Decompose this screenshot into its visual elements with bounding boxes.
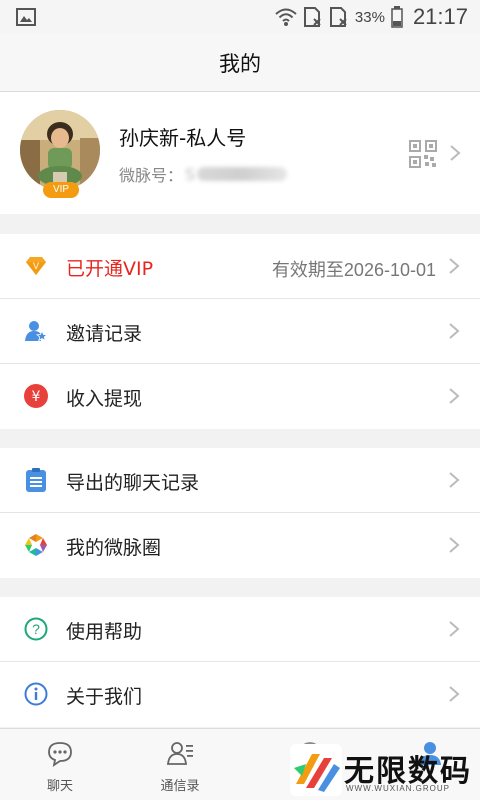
- status-bar: 33% 21:17: [0, 0, 480, 34]
- profile-id: 微脉号： S: [119, 162, 288, 186]
- profile-card[interactable]: VIP 孙庆新-私人号 微脉号： S: [0, 92, 480, 214]
- vip-badge: VIP: [43, 182, 79, 198]
- aperture-icon: [25, 534, 47, 556]
- title-bar: 我的: [0, 34, 480, 92]
- watermark-url: WWW.WUXIAN.GROUP: [346, 784, 450, 793]
- page-title: 我的: [219, 51, 261, 76]
- qr-code-icon[interactable]: [409, 140, 437, 168]
- tab-contacts[interactable]: 通信录: [130, 729, 230, 800]
- menu-item-about[interactable]: 关于我们: [0, 662, 480, 727]
- menu-item-help[interactable]: ? 使用帮助: [0, 597, 480, 662]
- image-notification-icon: [16, 8, 36, 26]
- wifi-icon: [275, 8, 297, 26]
- watermark: 无限数码 WWW.WUXIAN.GROUP: [288, 740, 480, 800]
- menu-item-exported-chats[interactable]: 导出的聊天记录: [0, 448, 480, 513]
- menu-item-label: 我的微脉圈: [66, 537, 162, 559]
- battery-percent: 33%: [354, 8, 385, 26]
- sim-no-signal-icon: [303, 7, 321, 27]
- svg-text:¥: ¥: [32, 389, 41, 405]
- menu-item-label: 收入提现: [66, 388, 143, 410]
- chevron-right-icon: [449, 472, 460, 488]
- chevron-right-icon: [449, 686, 460, 702]
- chat-bubble-icon: [48, 742, 72, 767]
- info-circle-icon: [24, 682, 48, 706]
- sim-no-signal-icon: [329, 7, 347, 27]
- profile-id-label: 微脉号：: [119, 166, 184, 185]
- profile-name: 孙庆新-私人号: [119, 126, 247, 150]
- redacted-blur: [197, 167, 288, 181]
- contacts-icon: [167, 742, 193, 765]
- yuan-coin-icon: ¥: [24, 384, 48, 408]
- document-list-icon: [26, 468, 46, 492]
- menu-item-label: 关于我们: [66, 686, 143, 708]
- tab-chat[interactable]: 聊天: [10, 729, 110, 800]
- help-circle-icon: ?: [24, 617, 48, 641]
- avatar-image: [20, 110, 100, 190]
- menu-item-label: 导出的聊天记录: [66, 472, 200, 494]
- chevron-right-icon: [449, 323, 460, 339]
- menu-item-vip[interactable]: V 已开通VIP 有效期至2026-10-01: [0, 234, 480, 299]
- menu-item-moments[interactable]: 我的微脉圈: [0, 513, 480, 578]
- chevron-right-icon: [449, 258, 460, 274]
- menu-item-label: 已开通VIP: [66, 258, 154, 280]
- chevron-right-icon: [449, 621, 460, 637]
- menu-item-invite-records[interactable]: 邀请记录: [0, 299, 480, 364]
- vip-expiry: 有效期至2026-10-01: [271, 260, 436, 280]
- tab-label: 通信录: [160, 779, 200, 794]
- svg-text:V: V: [33, 261, 39, 271]
- menu-group-content: 导出的聊天记录 我的微脉圈: [0, 448, 480, 578]
- clock: 21:17: [412, 4, 468, 29]
- tab-label: 聊天: [46, 779, 73, 794]
- vip-diamond-icon: V: [26, 257, 46, 275]
- invite-person-icon: [25, 321, 48, 342]
- profile-id-value: S: [185, 164, 196, 184]
- menu-item-income-withdraw[interactable]: ¥ 收入提现: [0, 364, 480, 429]
- battery-icon: [391, 6, 403, 28]
- chevron-right-icon: [449, 388, 460, 404]
- menu-item-label: 使用帮助: [66, 621, 143, 643]
- chevron-right-icon: [449, 537, 460, 553]
- avatar[interactable]: [20, 110, 100, 190]
- menu-group-help: ? 使用帮助 关于我们: [0, 597, 480, 727]
- svg-text:?: ?: [32, 621, 40, 637]
- menu-item-label: 邀请记录: [66, 323, 143, 345]
- watermark-logo: [290, 744, 342, 796]
- menu-group-account: V 已开通VIP 有效期至2026-10-01 邀请记录 ¥ 收入提现: [0, 234, 480, 429]
- chevron-right-icon: [450, 145, 461, 161]
